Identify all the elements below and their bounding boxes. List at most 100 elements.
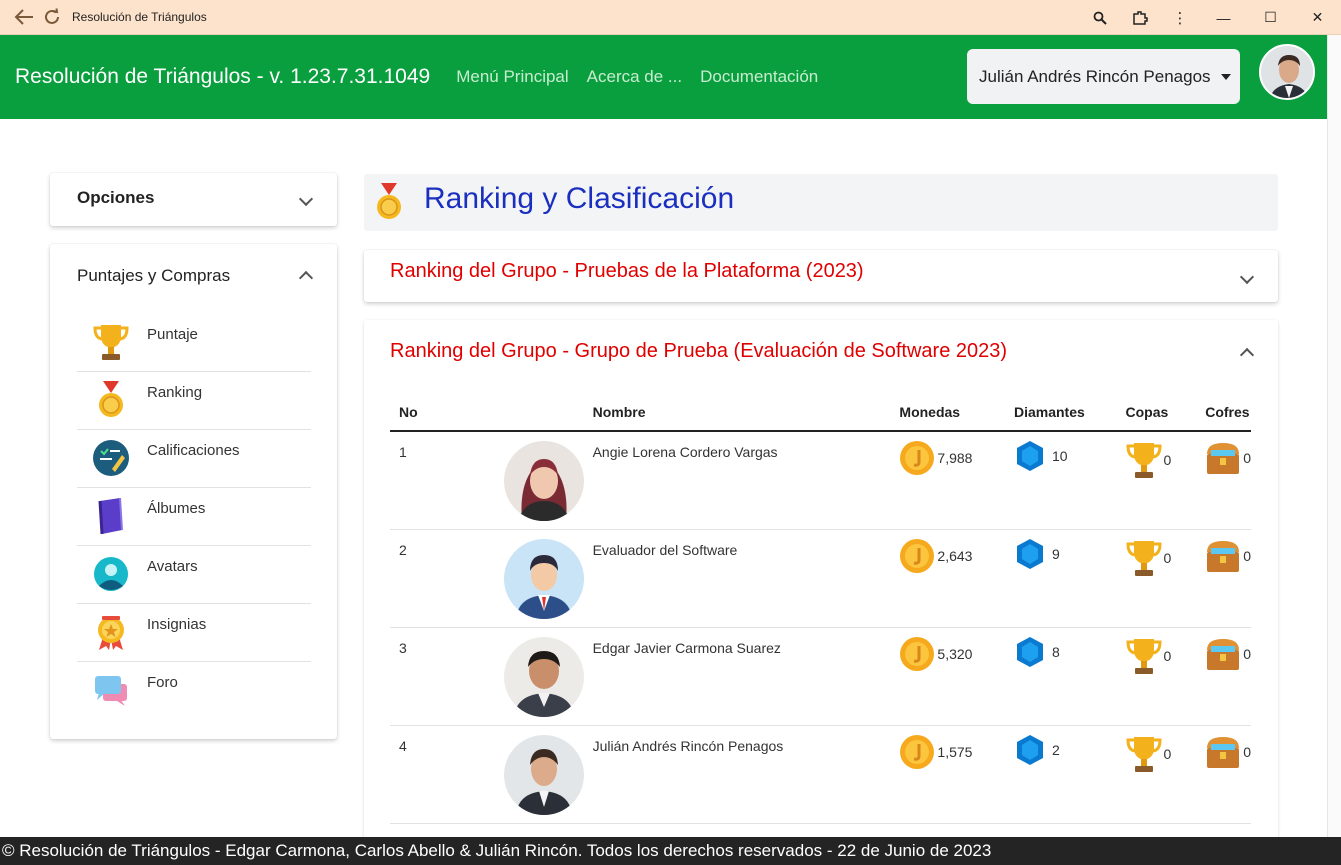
- sidebar-item-ranking[interactable]: Ranking: [77, 372, 311, 430]
- chest-icon: [1207, 638, 1240, 670]
- cups-value: 0: [1163, 647, 1172, 664]
- table-header-row: No Nombre Monedas Diamantes Copas Cofres: [390, 394, 1251, 432]
- page-header: Ranking y Clasificación: [364, 174, 1278, 231]
- table-row[interactable]: 4 Julián Andrés Rincón Penagos 1,575 2 0: [390, 725, 1251, 824]
- minimize-button[interactable]: —: [1200, 0, 1247, 35]
- badge-icon: [91, 612, 131, 652]
- sidebar-item-label: Insignias: [147, 616, 207, 633]
- nav-documentacion[interactable]: Documentación: [700, 67, 818, 87]
- rank-number: 1: [390, 431, 448, 530]
- chevron-up-icon[interactable]: [1239, 347, 1255, 363]
- diamonds-value: 10: [1051, 448, 1068, 464]
- sidebar-item-label: Álbumes: [147, 500, 206, 517]
- sidebar-item-puntaje[interactable]: Puntaje: [77, 314, 311, 372]
- coins-value: 5,320: [937, 645, 973, 662]
- refresh-icon[interactable]: [38, 0, 66, 35]
- back-arrow-icon[interactable]: [10, 0, 38, 35]
- diamonds-value: 9: [1051, 545, 1060, 562]
- user-name: Julián Andrés Rincón Penagos: [979, 66, 1211, 86]
- opciones-title: Opciones: [77, 188, 155, 207]
- player-photo: [503, 441, 584, 521]
- zoom-icon[interactable]: [1080, 0, 1120, 35]
- chevron-up-icon[interactable]: [298, 270, 314, 286]
- player-name: Angie Lorena Cordero Vargas: [583, 431, 891, 530]
- cup-icon: [1126, 736, 1162, 772]
- coins-value: 7,988: [937, 450, 973, 466]
- puntajes-menu: Puntaje Ranking Calificaciones Álbumes A…: [77, 314, 311, 720]
- puntajes-title[interactable]: Puntajes y Compras: [77, 266, 230, 286]
- table-row[interactable]: 1 Angie Lorena Cordero Vargas 7,988 10 0: [390, 431, 1251, 530]
- sidebar-item-label: Avatars: [147, 558, 198, 575]
- player-photo: [503, 734, 584, 815]
- coin-icon: [900, 538, 935, 573]
- sidebar-item-calificaciones[interactable]: Calificaciones: [77, 430, 311, 488]
- table-row[interactable]: 3 Edgar Javier Carmona Suarez 5,320 8 0: [390, 627, 1251, 726]
- diamonds-value: 2: [1051, 741, 1060, 758]
- app-navbar: Resolución de Triángulos - v. 1.23.7.31.…: [0, 35, 1327, 119]
- column-header-copas: Copas: [1116, 394, 1197, 432]
- coins-value: 1,575: [937, 743, 973, 760]
- maximize-button[interactable]: ☐: [1247, 0, 1294, 35]
- avatar-icon: [91, 554, 131, 594]
- accordion-title[interactable]: Ranking del Grupo - Grupo de Prueba (Eva…: [390, 340, 1007, 363]
- chests-value: 0: [1243, 743, 1251, 760]
- sidebar-item-label: Puntaje: [147, 326, 198, 343]
- page-footer: © Resolución de Triángulos - Edgar Carmo…: [0, 837, 1341, 865]
- app-brand[interactable]: Resolución de Triángulos - v. 1.23.7.31.…: [15, 65, 430, 89]
- diamond-icon: [1016, 441, 1043, 471]
- column-header-diamantes: Diamantes: [1004, 394, 1117, 432]
- footer-text: © Resolución de Triángulos - Edgar Carmo…: [2, 841, 992, 860]
- chest-icon: [1207, 540, 1240, 572]
- nav-acerca-de[interactable]: Acerca de ...: [587, 67, 682, 87]
- sidebar-item-albumes[interactable]: Álbumes: [77, 488, 311, 546]
- player-photo: [503, 538, 584, 619]
- sidebar-item-label: Calificaciones: [147, 442, 240, 459]
- diamond-icon: [1016, 636, 1043, 667]
- sidebar-item-avatars[interactable]: Avatars: [77, 546, 311, 604]
- user-avatar[interactable]: [1259, 44, 1315, 100]
- page-title: Ranking y Clasificación: [424, 182, 735, 215]
- rank-number: 3: [390, 627, 448, 726]
- accordion-title[interactable]: Ranking del Grupo - Pruebas de la Plataf…: [390, 260, 864, 283]
- chest-icon: [1207, 443, 1240, 474]
- chests-value: 0: [1243, 450, 1251, 466]
- chevron-down-icon[interactable]: [298, 191, 314, 207]
- sidebar-item-label: Foro: [147, 674, 178, 691]
- sidebar-item-insignias[interactable]: Insignias: [77, 604, 311, 662]
- trophy-icon: [91, 322, 131, 362]
- sidebar-item-foro[interactable]: Foro: [77, 662, 311, 720]
- caret-down-icon: [1220, 73, 1231, 80]
- diamond-icon: [1016, 734, 1043, 765]
- coins-value: 2,643: [937, 547, 973, 564]
- window-titlebar: Resolución de Triángulos ⋮ — ☐ ✕: [0, 0, 1341, 35]
- diamonds-value: 8: [1051, 643, 1060, 660]
- close-button[interactable]: ✕: [1294, 0, 1341, 35]
- user-dropdown-button[interactable]: Julián Andrés Rincón Penagos: [967, 49, 1240, 104]
- column-header-monedas: Monedas: [890, 394, 1005, 432]
- table-row[interactable]: 2 Evaluador del Software 2,643 9 0 0: [390, 529, 1251, 628]
- cup-icon: [1126, 540, 1162, 576]
- chevron-down-icon[interactable]: [1239, 269, 1255, 285]
- cups-value: 0: [1163, 549, 1172, 566]
- chests-value: 0: [1243, 547, 1251, 564]
- player-name: Evaluador del Software: [583, 529, 891, 628]
- accordion-pruebas-plataforma[interactable]: Ranking del Grupo - Pruebas de la Plataf…: [364, 250, 1278, 302]
- column-header-nombre: Nombre: [583, 394, 891, 432]
- opciones-panel[interactable]: Opciones: [50, 173, 337, 226]
- vertical-scrollbar[interactable]: [1327, 35, 1341, 837]
- coin-icon: [900, 636, 935, 671]
- diamond-icon: [1016, 538, 1043, 569]
- player-photo: [503, 636, 584, 717]
- medal-icon: [374, 183, 404, 226]
- column-header-photo: [447, 394, 584, 432]
- cups-value: 0: [1163, 745, 1172, 762]
- column-header-cofres: Cofres: [1196, 394, 1251, 432]
- grades-icon: [91, 438, 131, 478]
- cup-icon: [1126, 638, 1162, 674]
- chest-icon: [1207, 736, 1240, 768]
- more-options-icon[interactable]: ⋮: [1160, 0, 1200, 35]
- puntajes-panel: Puntajes y Compras Puntaje Ranking Calif…: [50, 244, 337, 739]
- nav-menu-principal[interactable]: Menú Principal: [456, 67, 568, 87]
- extensions-icon[interactable]: [1120, 0, 1160, 35]
- medal-icon: [91, 380, 131, 420]
